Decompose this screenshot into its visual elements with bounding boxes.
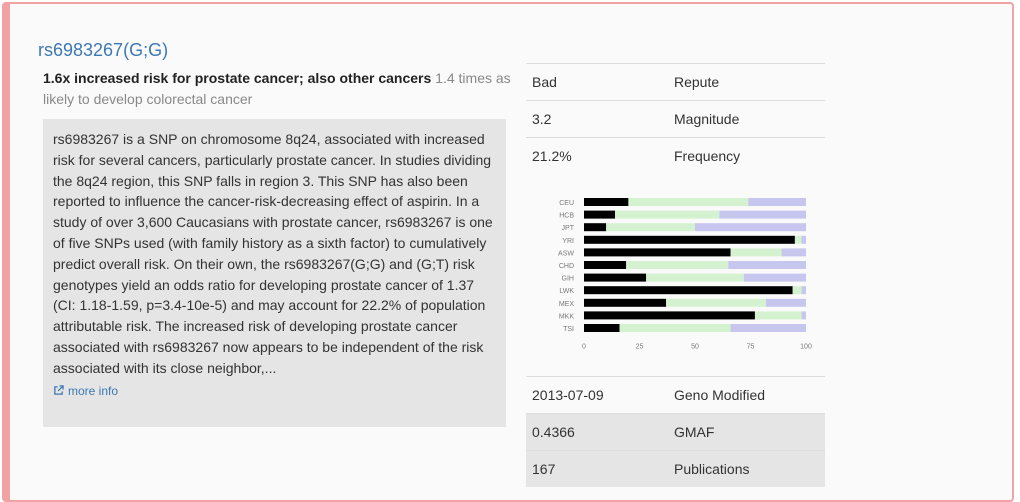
population-label-mex: MEX bbox=[559, 301, 575, 308]
bar-asw-segment-1 bbox=[730, 248, 782, 257]
publications-row: 167 Publications bbox=[526, 450, 825, 487]
repute-label[interactable]: Repute bbox=[670, 74, 825, 90]
geno-modified-value: 2013-07-09 bbox=[532, 387, 604, 403]
population-label-tsi: TSI bbox=[563, 326, 574, 333]
snp-title[interactable]: rs6983267(G;G) bbox=[38, 40, 168, 61]
magnitude-label[interactable]: Magnitude bbox=[670, 111, 825, 127]
magnitude-value: 3.2 bbox=[532, 111, 552, 127]
info-table-bottom: 2013-07-09 Geno Modified 0.4366 GMAF 167… bbox=[526, 376, 825, 487]
bar-jpt-segment-2 bbox=[695, 223, 806, 232]
repute-value: Bad bbox=[532, 74, 557, 90]
frequency-label[interactable]: Frequency bbox=[670, 148, 825, 164]
bar-chd-segment-0 bbox=[584, 261, 627, 269]
snp-card: rs6983267(G;G) 1.6x increased risk for p… bbox=[2, 2, 1014, 502]
bar-jpt-segment-1 bbox=[606, 223, 695, 232]
more-info-label: more info bbox=[68, 383, 119, 398]
bar-lwk-segment-2 bbox=[801, 286, 806, 295]
population-label-yri: YRI bbox=[562, 238, 574, 245]
bar-gih-segment-2 bbox=[743, 273, 806, 282]
x-tick-label-0: 0 bbox=[582, 344, 586, 351]
bar-tsi-segment-2 bbox=[730, 324, 806, 332]
x-tick-label-100: 100 bbox=[800, 344, 812, 351]
population-chart-svg: CEU HCB JPT YRI ASW CHD GIH LWK MEX MKK TSI 0 25 50 75… bbox=[558, 198, 812, 351]
bar-mkk-segment-0 bbox=[584, 311, 755, 320]
frequency-row: 21.2% Frequency bbox=[526, 137, 825, 174]
geno-modified-row: 2013-07-09 Geno Modified bbox=[526, 376, 825, 413]
x-tick-label-25: 25 bbox=[636, 344, 644, 351]
description-text: rs6983267 is a SNP on chromosome 8q24, a… bbox=[53, 131, 493, 376]
x-tick-label-50: 50 bbox=[691, 344, 699, 351]
bar-jpt-segment-0 bbox=[584, 223, 607, 232]
bar-yri-segment-0 bbox=[584, 235, 795, 244]
bar-asw-segment-0 bbox=[584, 248, 731, 257]
frequency-value: 21.2% bbox=[532, 148, 572, 164]
population-frequency-chart: CEU HCB JPT YRI ASW CHD GIH LWK MEX MKK TSI 0 25 50 75… bbox=[526, 180, 825, 380]
bar-asw-segment-2 bbox=[781, 248, 806, 257]
gmaf-label[interactable]: GMAF bbox=[670, 424, 825, 440]
bar-mkk-segment-2 bbox=[801, 311, 806, 320]
bar-lwk-segment-0 bbox=[584, 286, 793, 295]
population-label-mkk: MKK bbox=[559, 313, 575, 320]
population-label-lwk: LWK bbox=[559, 288, 574, 295]
population-label-gih: GIH bbox=[562, 276, 574, 283]
bar-lwk-segment-1 bbox=[792, 286, 802, 295]
publications-value: 167 bbox=[532, 461, 556, 477]
bar-mex-segment-0 bbox=[584, 298, 667, 307]
more-info-link[interactable]: more info bbox=[53, 381, 496, 402]
population-label-jpt: JPT bbox=[562, 225, 575, 232]
bar-ceu-segment-0 bbox=[584, 198, 629, 206]
bar-hcb-segment-1 bbox=[615, 210, 720, 219]
magnitude-row: 3.2 Magnitude bbox=[526, 100, 825, 137]
bar-chd-segment-2 bbox=[728, 261, 806, 269]
gmaf-row: 0.4366 GMAF bbox=[526, 413, 825, 450]
bar-hcb-segment-0 bbox=[584, 210, 616, 219]
repute-row: Bad Repute bbox=[526, 63, 825, 100]
x-tick-label-75: 75 bbox=[747, 344, 755, 351]
bar-yri-segment-2 bbox=[801, 235, 806, 244]
bar-mex-segment-2 bbox=[766, 298, 806, 307]
bar-hcb-segment-2 bbox=[719, 210, 806, 219]
bar-mkk-segment-1 bbox=[754, 311, 802, 320]
bar-mex-segment-1 bbox=[666, 298, 767, 307]
bar-yri-segment-1 bbox=[794, 235, 802, 244]
population-label-ceu: CEU bbox=[559, 200, 574, 207]
gmaf-value: 0.4366 bbox=[532, 424, 575, 440]
info-table-top: Bad Repute 3.2 Magnitude 21.2% Frequency bbox=[526, 63, 825, 174]
bar-ceu-segment-2 bbox=[748, 198, 806, 206]
snp-summary: 1.6x increased risk for prostate cancer;… bbox=[43, 68, 513, 110]
bar-tsi-segment-1 bbox=[619, 324, 731, 332]
bar-tsi-segment-0 bbox=[584, 324, 620, 332]
population-label-chd: CHD bbox=[559, 263, 574, 270]
population-label-hcb: HCB bbox=[559, 213, 574, 220]
bar-ceu-segment-1 bbox=[628, 198, 749, 206]
bar-gih-segment-0 bbox=[584, 273, 647, 282]
description-box: rs6983267 is a SNP on chromosome 8q24, a… bbox=[43, 119, 506, 427]
publications-label: Publications bbox=[674, 461, 750, 477]
summary-bold: 1.6x increased risk for prostate cancer;… bbox=[43, 70, 432, 86]
bar-gih-segment-1 bbox=[646, 273, 744, 282]
population-label-asw: ASW bbox=[558, 250, 574, 257]
bar-chd-segment-1 bbox=[626, 261, 729, 269]
geno-modified-label: Geno Modified bbox=[674, 387, 766, 403]
external-link-icon bbox=[54, 385, 64, 396]
